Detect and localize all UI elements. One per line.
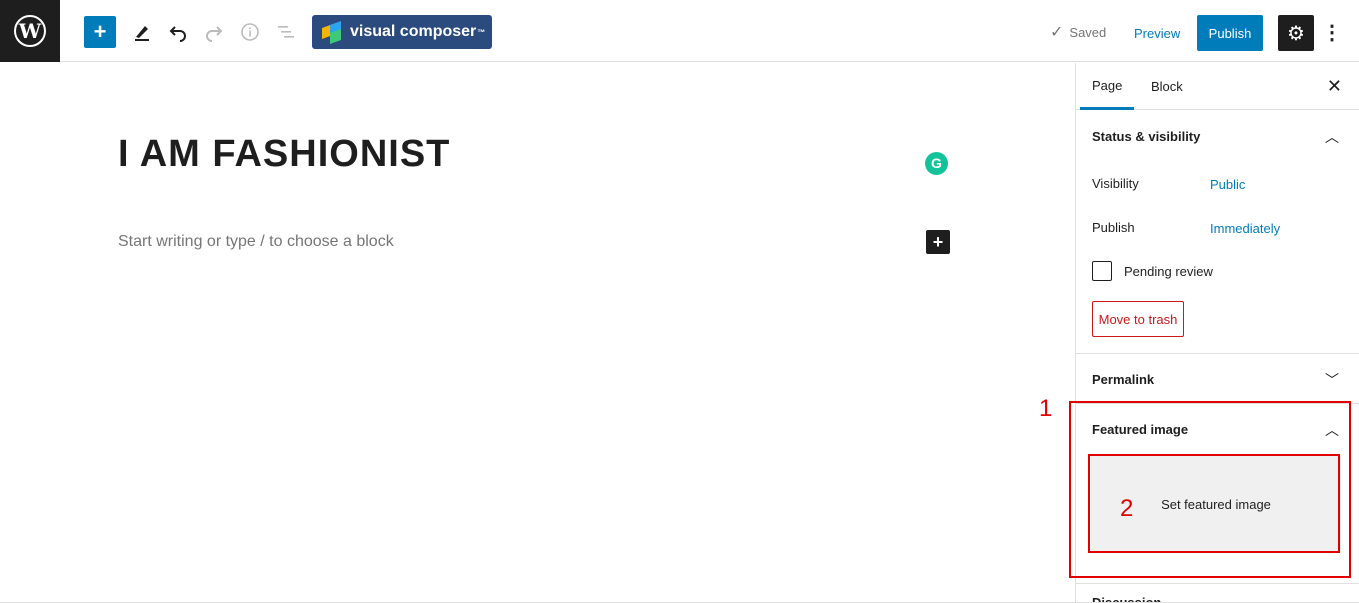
- more-options-icon[interactable]: ⋮: [1322, 16, 1342, 48]
- annotation-number-2: 2: [1120, 495, 1134, 522]
- divider: [1076, 583, 1359, 584]
- wordpress-logo-icon[interactable]: W: [0, 0, 60, 62]
- visibility-value[interactable]: Public: [1210, 177, 1245, 192]
- grammarly-icon[interactable]: G: [925, 152, 948, 175]
- status-visibility-title[interactable]: Status & visibility: [1092, 129, 1200, 144]
- settings-gear-icon[interactable]: ⚙: [1278, 15, 1314, 51]
- visual-composer-label: visual composer: [350, 23, 477, 40]
- redo-icon[interactable]: [198, 16, 230, 48]
- chevron-down-icon[interactable]: ﹀: [1325, 370, 1339, 390]
- block-placeholder[interactable]: Start writing or type / to choose a bloc…: [118, 233, 394, 251]
- tab-block[interactable]: Block: [1139, 63, 1195, 110]
- editor-screen: W + visual composer ™ ✓ Saved Preview Pu…: [0, 0, 1359, 603]
- visual-composer-logo-icon: [322, 20, 344, 45]
- tab-page[interactable]: Page: [1080, 63, 1135, 110]
- saved-status: ✓ Saved: [1050, 22, 1106, 42]
- wordpress-logo-letter: W: [14, 15, 46, 47]
- publish-value[interactable]: Immediately: [1210, 221, 1280, 236]
- plus-icon: +: [93, 19, 107, 44]
- check-icon: ✓: [1050, 24, 1064, 41]
- info-icon[interactable]: [234, 16, 266, 48]
- trademark-symbol: ™: [477, 27, 486, 37]
- post-title[interactable]: I AM FASHIONIST: [118, 133, 450, 176]
- pending-review-label: Pending review: [1124, 264, 1213, 279]
- inline-add-block-icon[interactable]: +: [926, 230, 950, 254]
- permalink-title[interactable]: Permalink: [1092, 372, 1154, 387]
- close-icon[interactable]: ✕: [1327, 76, 1342, 97]
- add-block-button[interactable]: +: [84, 16, 116, 48]
- visual-composer-button[interactable]: visual composer ™: [312, 15, 492, 49]
- saved-label: Saved: [1069, 24, 1107, 40]
- publish-label: Publish: [1092, 220, 1135, 235]
- editor-canvas: I AM FASHIONIST G Start writing or type …: [0, 63, 1075, 603]
- pencil-icon[interactable]: [126, 16, 158, 48]
- visibility-label: Visibility: [1092, 176, 1139, 191]
- top-toolbar: W + visual composer ™ ✓ Saved Preview Pu…: [0, 0, 1359, 62]
- move-to-trash-button[interactable]: Move to trash: [1092, 301, 1184, 337]
- sidebar-tabs: Page Block ✕: [1076, 63, 1359, 110]
- undo-icon[interactable]: [162, 16, 194, 48]
- list-view-icon[interactable]: [270, 16, 302, 48]
- chevron-up-icon[interactable]: ︿: [1325, 127, 1339, 147]
- preview-button[interactable]: Preview: [1126, 16, 1188, 50]
- pending-review-checkbox[interactable]: [1092, 261, 1112, 281]
- publish-button[interactable]: Publish: [1197, 15, 1263, 51]
- annotation-number-1: 1: [1039, 395, 1053, 422]
- divider: [1076, 353, 1359, 354]
